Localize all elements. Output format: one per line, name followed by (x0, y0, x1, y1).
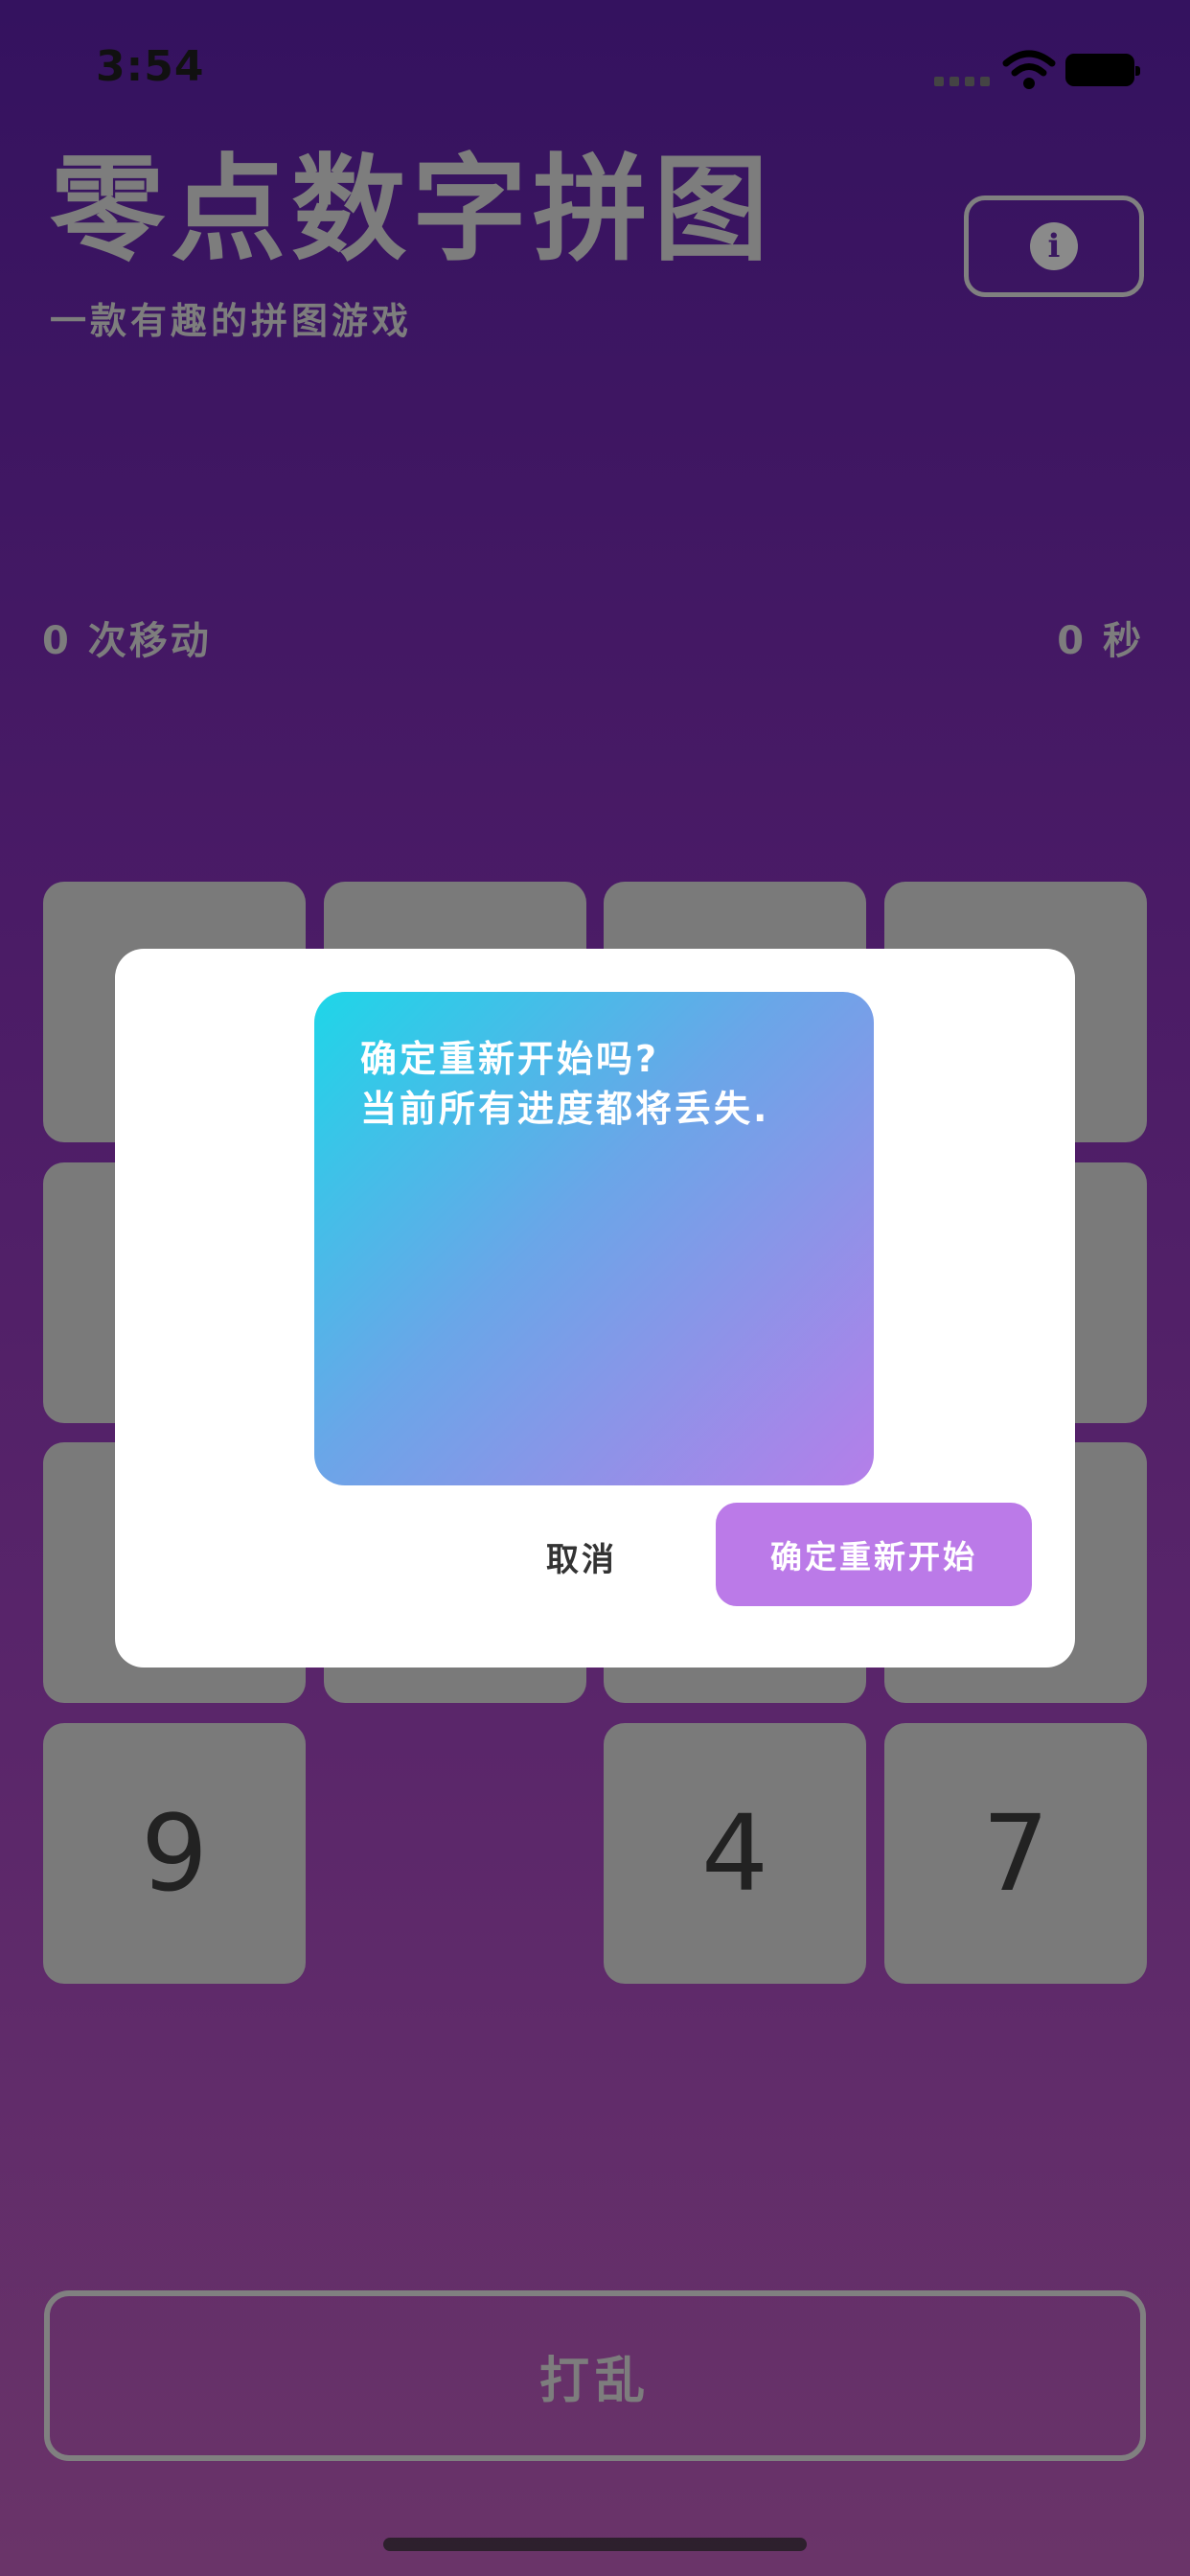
tile-number: 4 (701, 1792, 768, 1915)
cellular-signal-icon (934, 77, 990, 86)
wifi-icon (1002, 50, 1056, 89)
puzzle-tile[interactable]: 9 (43, 1723, 306, 1984)
shuffle-button[interactable]: 打乱 (44, 2290, 1146, 2461)
tile-number: 9 (141, 1792, 208, 1915)
home-indicator (383, 2538, 807, 2551)
app-title: 零点数字拼图 (50, 144, 774, 277)
restart-dialog: 确定重新开始吗? 当前所有进度都将丢失. 取消 确定重新开始 (115, 949, 1075, 1668)
info-button[interactable]: i (964, 196, 1144, 297)
cancel-button[interactable]: 取消 (546, 1533, 617, 1580)
info-icon: i (1030, 222, 1078, 270)
status-time: 3:54 (96, 42, 205, 91)
dialog-message-box: 确定重新开始吗? 当前所有进度都将丢失. (314, 992, 874, 1485)
app-subtitle: 一款有趣的拼图游戏 (50, 300, 413, 342)
dialog-message-line: 当前所有进度都将丢失. (360, 1088, 770, 1130)
timer: 0 秒 (1057, 619, 1144, 663)
confirm-restart-button[interactable]: 确定重新开始 (716, 1503, 1032, 1606)
dialog-message: 确定重新开始吗? 当前所有进度都将丢失. (360, 1034, 769, 1134)
puzzle-tile[interactable]: 7 (884, 1723, 1147, 1984)
puzzle-tile[interactable]: 4 (604, 1723, 866, 1984)
battery-icon (1065, 54, 1140, 86)
move-counter: 0 次移动 (42, 619, 212, 663)
tile-number: 7 (982, 1792, 1049, 1915)
dialog-message-line: 确定重新开始吗? (360, 1038, 660, 1080)
